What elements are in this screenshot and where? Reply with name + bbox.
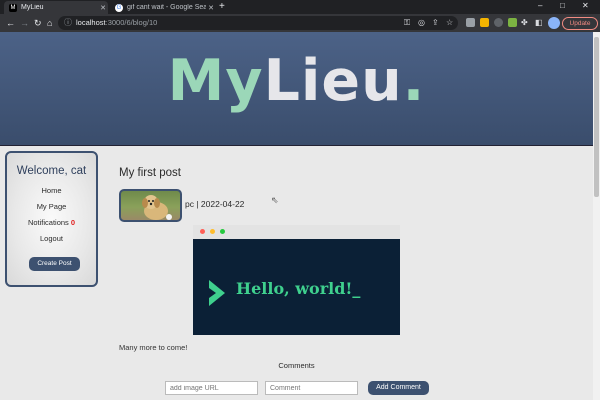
share-icon[interactable]: ⇪ <box>432 17 439 29</box>
url-text: localhost:3000/6/blog/10 <box>76 18 158 27</box>
browser-toolbar: ← → ↻ ⌂ ⓘ localhost:3000/6/blog/10 ⚿ ◎ ⇪… <box>0 14 600 32</box>
tab-mylieu[interactable]: M MyLieu ✕ <box>4 1 108 14</box>
eye-off-icon[interactable]: ◎ <box>418 17 425 29</box>
post-date: 2022-04-22 <box>200 199 245 209</box>
google-favicon-icon: G <box>115 3 123 12</box>
mylieu-favicon-icon: M <box>9 3 17 12</box>
close-tab-icon[interactable]: ✕ <box>98 4 108 12</box>
side-panel-icon[interactable]: ◧ <box>535 17 543 29</box>
reload-icon[interactable]: ↻ <box>34 17 42 29</box>
nav-logout-link[interactable]: Logout <box>7 234 96 243</box>
nav-home-link[interactable]: Home <box>7 186 96 195</box>
maximize-icon[interactable]: □ <box>560 1 565 10</box>
image-url-input[interactable] <box>165 381 258 395</box>
site-header: MyLieu. <box>0 32 593 146</box>
post-image: Hello, world!_ <box>193 225 400 335</box>
terminal-screen: Hello, world!_ <box>193 239 400 335</box>
nav-notifications-link[interactable]: Notifications 0 <box>7 218 96 227</box>
hello-world-text: Hello, world!_ <box>236 279 361 298</box>
key-icon[interactable]: ⚿ <box>404 17 410 29</box>
comment-input[interactable] <box>265 381 358 395</box>
yellow-dot-icon <box>210 229 215 234</box>
extension-icon[interactable] <box>466 18 475 27</box>
minimize-icon[interactable]: – <box>538 1 542 10</box>
site-logo[interactable]: MyLieu. <box>0 46 593 116</box>
post-title: My first post <box>119 167 181 179</box>
create-post-button[interactable]: Create Post <box>29 257 80 271</box>
address-bar[interactable]: ⓘ localhost:3000/6/blog/10 ⚿ ◎ ⇪ ☆ <box>58 16 458 30</box>
bookmark-star-icon[interactable]: ☆ <box>446 17 453 29</box>
forward-icon[interactable]: → <box>20 17 29 29</box>
post-meta: pc | 2022-04-22 <box>185 199 245 209</box>
close-window-icon[interactable]: ✕ <box>582 1 589 10</box>
home-icon[interactable]: ⌂ <box>47 17 52 29</box>
new-tab-button[interactable]: + <box>219 2 225 12</box>
extensions-puzzle-icon[interactable]: ✤ <box>521 17 528 29</box>
mouse-cursor-icon: ⇖ <box>271 195 279 205</box>
update-button[interactable]: Update <box>562 17 598 30</box>
extension-icon[interactable] <box>480 18 489 27</box>
tab-title: MyLieu <box>21 4 44 11</box>
post-author: pc <box>185 199 194 209</box>
browser-tab-bar: M MyLieu ✕ G gif cant wait - Google Sear… <box>0 0 600 14</box>
scrollbar-thumb[interactable] <box>594 37 599 197</box>
welcome-heading: Welcome, cat <box>16 165 87 177</box>
user-sidebar: Welcome, cat Home My Page Notifications … <box>5 151 98 287</box>
tab-title: gif cant wait - Google Search <box>127 4 206 11</box>
add-comment-button[interactable]: Add Comment <box>368 381 429 395</box>
green-dot-icon <box>220 229 225 234</box>
red-dot-icon <box>200 229 205 234</box>
tab-google-search[interactable]: G gif cant wait - Google Search ✕ <box>110 1 216 14</box>
extension-icon[interactable] <box>494 18 503 27</box>
close-tab-icon[interactable]: ✕ <box>206 4 216 12</box>
notification-count-badge: 0 <box>70 218 76 227</box>
profile-avatar[interactable] <box>548 17 560 29</box>
author-avatar <box>119 189 182 222</box>
dog-photo-icon <box>142 195 172 220</box>
nav-my-page-link[interactable]: My Page <box>7 202 96 211</box>
post-body: Many more to come! <box>119 343 188 352</box>
site-info-icon[interactable]: ⓘ <box>64 17 72 28</box>
prompt-chevron-icon <box>209 280 225 306</box>
comments-heading: Comments <box>278 361 315 370</box>
back-icon[interactable]: ← <box>6 17 15 29</box>
window-titlebar <box>193 225 400 239</box>
extension-icon[interactable] <box>508 18 517 27</box>
